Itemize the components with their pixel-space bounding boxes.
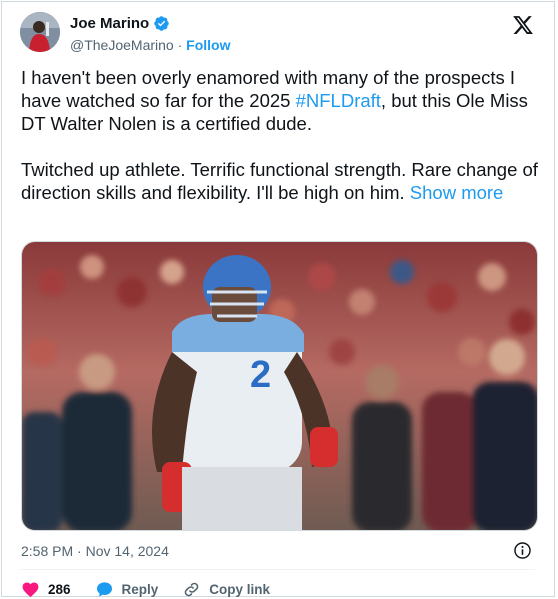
- verified-badge-icon: [153, 15, 170, 32]
- author-name-row: Joe Marino: [70, 15, 170, 32]
- heart-icon: [22, 582, 39, 598]
- divider: [21, 569, 535, 570]
- football-player-photo: 2: [22, 242, 537, 530]
- tweet-paragraph-1: I haven't been overly enamored with many…: [21, 66, 541, 135]
- jersey-number: 2: [250, 354, 271, 396]
- avatar[interactable]: [20, 12, 60, 52]
- handle-separator: ·: [177, 37, 183, 53]
- author-display-name[interactable]: Joe Marino: [70, 15, 149, 32]
- copy-link-label: Copy link: [209, 582, 271, 597]
- link-icon: [185, 582, 199, 597]
- tweet-actions: 286 Reply Copy link: [21, 580, 294, 599]
- author-handle[interactable]: @TheJoeMarino: [70, 37, 174, 53]
- like-button[interactable]: 286: [21, 580, 71, 599]
- x-logo-icon[interactable]: [512, 14, 534, 36]
- tweet-text: I haven't been overly enamored with many…: [21, 66, 541, 227]
- hashtag-link[interactable]: #NFLDraft: [296, 90, 381, 111]
- tweet-card: Joe Marino @TheJoeMarino · Follow I have…: [1, 1, 555, 599]
- reply-label: Reply: [121, 582, 159, 597]
- info-icon[interactable]: [513, 541, 532, 560]
- reply-button[interactable]: Reply: [95, 580, 159, 599]
- show-more-link[interactable]: Show more: [410, 182, 504, 203]
- author-handle-row: @TheJoeMarino · Follow: [70, 37, 230, 53]
- reply-bubble-icon: [96, 582, 112, 597]
- follow-button[interactable]: Follow: [186, 37, 230, 53]
- like-count: 286: [48, 582, 71, 597]
- tweet-media-photo[interactable]: 2: [21, 241, 538, 531]
- tweet-paragraph-2: Twitched up athlete. Terrific functional…: [21, 158, 541, 204]
- copy-link-button[interactable]: Copy link: [182, 580, 270, 599]
- tweet-timestamp[interactable]: 2:58 PM · Nov 14, 2024: [21, 543, 169, 559]
- avatar-image: [20, 12, 60, 52]
